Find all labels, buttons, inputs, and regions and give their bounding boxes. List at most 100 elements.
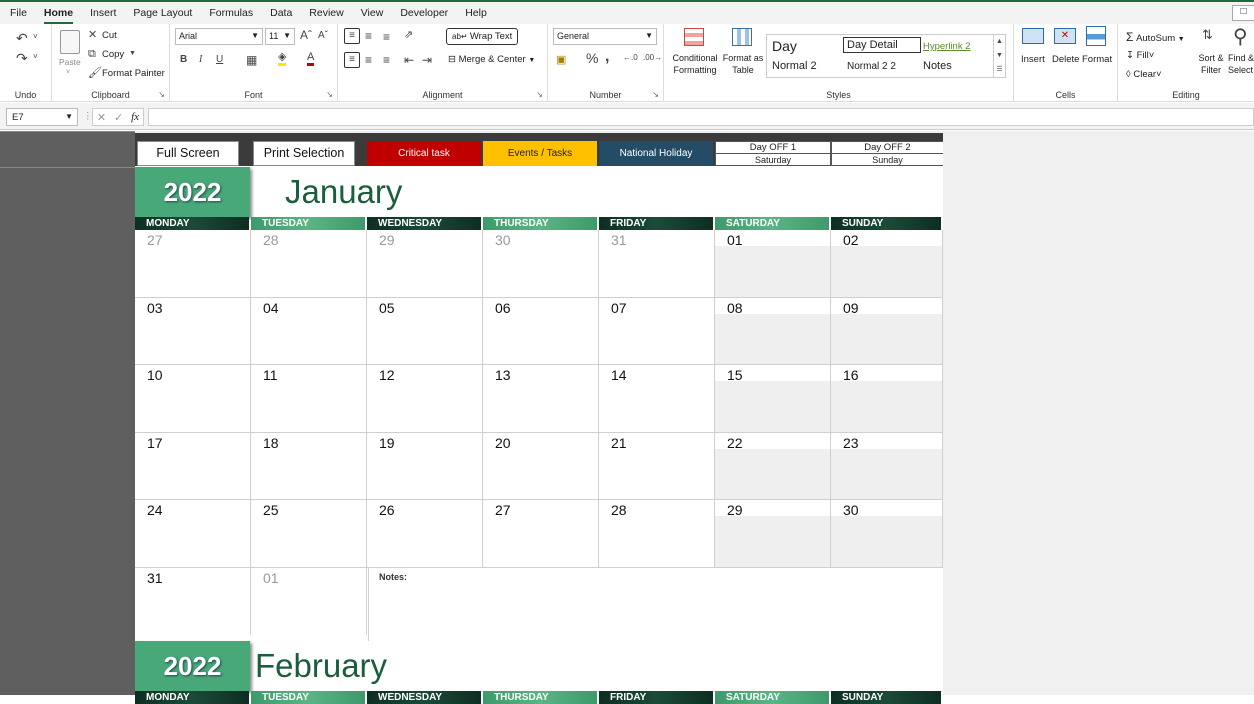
tab-insert[interactable]: Insert [90,4,116,22]
font-color-icon[interactable]: A [307,52,315,66]
font-launcher-icon[interactable]: ↘ [326,90,333,99]
day-cell[interactable]: 29 [715,500,831,568]
name-box[interactable]: E7 ▼ [6,108,78,126]
align-left-icon[interactable]: ≡ [344,52,360,68]
gallery-scroll-icon[interactable]: ▲ ▼ ☰ [993,35,1005,77]
increase-indent-icon[interactable]: ⇥ [422,53,432,67]
day-cell[interactable]: 09 [831,297,943,365]
fill-color-icon[interactable]: ◈ [278,52,287,66]
day-cell[interactable]: 21 [599,432,715,500]
copy-dropdown-icon[interactable]: ▼ [129,50,136,57]
redo-icon[interactable]: ↷ [16,50,28,67]
day-cell[interactable]: 12 [367,365,483,433]
number-launcher-icon[interactable]: ↘ [652,90,659,99]
day-cell[interactable]: 17 [135,432,251,500]
clipboard-launcher-icon[interactable]: ↘ [158,90,165,99]
orientation-icon[interactable]: ⇗ [404,28,413,41]
day-cell[interactable]: 08 [715,297,831,365]
align-center-icon[interactable]: ≡ [365,53,372,67]
format-painter-button[interactable]: Format Painter [102,68,165,79]
align-middle-icon[interactable]: ≡ [365,29,372,43]
formula-input[interactable] [148,108,1254,126]
tab-view[interactable]: View [361,4,384,22]
day-cell[interactable]: 31 [135,567,251,635]
find-select-button[interactable]: Find & Select [1228,52,1254,76]
style-notes[interactable]: Notes [923,60,952,72]
borders-icon[interactable]: ▦ [246,53,257,67]
day-cell[interactable]: 27 [135,230,251,298]
autosum-button[interactable]: Σ AutoSum ▼ [1126,30,1185,44]
paste-button[interactable]: Paste [59,57,81,67]
align-bottom-icon[interactable]: ≡ [383,30,390,44]
decrease-decimal-icon[interactable]: .00→ [643,53,662,62]
day-cell[interactable]: 06 [483,297,599,365]
day-cell[interactable]: 20 [483,432,599,500]
copy-button[interactable]: Copy [102,49,124,60]
number-format-select[interactable]: General ▼ [553,28,657,45]
accounting-format-icon[interactable]: ▣ [556,53,566,66]
font-name-select[interactable]: Arial ▼ [175,28,263,45]
decrease-font-icon[interactable]: Aˇ [318,30,328,41]
italic-button[interactable]: I [199,54,202,65]
style-hyperlink-2[interactable]: Hyperlink 2 [923,41,971,52]
conditional-formatting-button[interactable]: Conditional Formatting [670,52,720,76]
style-normal-2[interactable]: Normal 2 [772,60,817,72]
day-cell[interactable]: 25 [251,500,367,568]
delete-button[interactable]: Delete [1052,54,1079,65]
paste-icon[interactable] [60,30,80,54]
tab-developer[interactable]: Developer [400,4,448,22]
print-selection-button[interactable]: Print Selection [253,141,355,166]
comments-button[interactable]: □ [1232,5,1254,21]
day-cell[interactable]: 07 [599,297,715,365]
tab-file[interactable]: File [10,4,27,22]
day-cell[interactable]: 28 [251,230,367,298]
day-cell[interactable]: 10 [135,365,251,433]
day-cell[interactable]: 19 [367,432,483,500]
fill-button[interactable]: ↧ Fill˅ [1126,50,1154,61]
cut-button[interactable]: Cut [102,30,117,41]
decrease-indent-icon[interactable]: ⇤ [404,53,414,67]
day-cell[interactable]: 02 [831,230,943,298]
format-button[interactable]: Format [1082,54,1112,65]
day-cell[interactable]: 05 [367,297,483,365]
tab-review[interactable]: Review [309,4,343,22]
redo-dropdown-icon[interactable]: ˅ [33,52,38,61]
day-off-1[interactable]: Day OFF 1 Saturday [715,141,831,166]
clear-button[interactable]: ◊ Clear˅ [1126,69,1162,80]
full-screen-button[interactable]: Full Screen [137,141,239,166]
merge-center-button[interactable]: ⊟ Merge & Center ▼ [448,54,535,65]
tab-help[interactable]: Help [465,4,487,22]
day-cell[interactable]: 31 [599,230,715,298]
day-cell[interactable]: 23 [831,432,943,500]
notes-area[interactable] [368,567,943,641]
align-right-icon[interactable]: ≡ [383,53,390,67]
day-cell[interactable]: 03 [135,297,251,365]
tab-home[interactable]: Home [43,4,74,24]
underline-button[interactable]: U [216,54,223,65]
cancel-icon[interactable]: ✕ [97,111,106,124]
increase-font-icon[interactable]: Aˆ [300,28,312,42]
day-cell[interactable]: 28 [599,500,715,568]
format-as-table-button[interactable]: Format as Table [722,52,764,76]
alignment-launcher-icon[interactable]: ↘ [536,90,543,99]
style-day-detail[interactable]: Day Detail [843,37,921,53]
day-cell[interactable]: 01 [715,230,831,298]
style-day[interactable]: Day [772,38,797,54]
undo-dropdown-icon[interactable]: ˅ [33,32,38,41]
sort-filter-button[interactable]: Sort & Filter [1196,52,1226,76]
day-cell[interactable]: 13 [483,365,599,433]
align-top-icon[interactable]: ≡ [344,28,360,44]
undo-icon[interactable]: ↶ [16,30,28,47]
tab-page-layout[interactable]: Page Layout [133,4,192,22]
day-off-2[interactable]: Day OFF 2 Sunday [831,141,944,166]
day-cell[interactable]: 29 [367,230,483,298]
day-cell[interactable]: 16 [831,365,943,433]
day-cell[interactable]: 30 [831,500,943,568]
wrap-text-button[interactable]: ab↵ Wrap Text [446,28,519,45]
day-cell[interactable]: 11 [251,365,367,433]
day-cell[interactable]: 14 [599,365,715,433]
insert-function-icon[interactable]: fx [131,111,139,123]
day-cell[interactable]: 04 [251,297,367,365]
style-normal-2-2[interactable]: Normal 2 2 [847,61,896,72]
day-cell[interactable]: 01 [251,567,367,635]
